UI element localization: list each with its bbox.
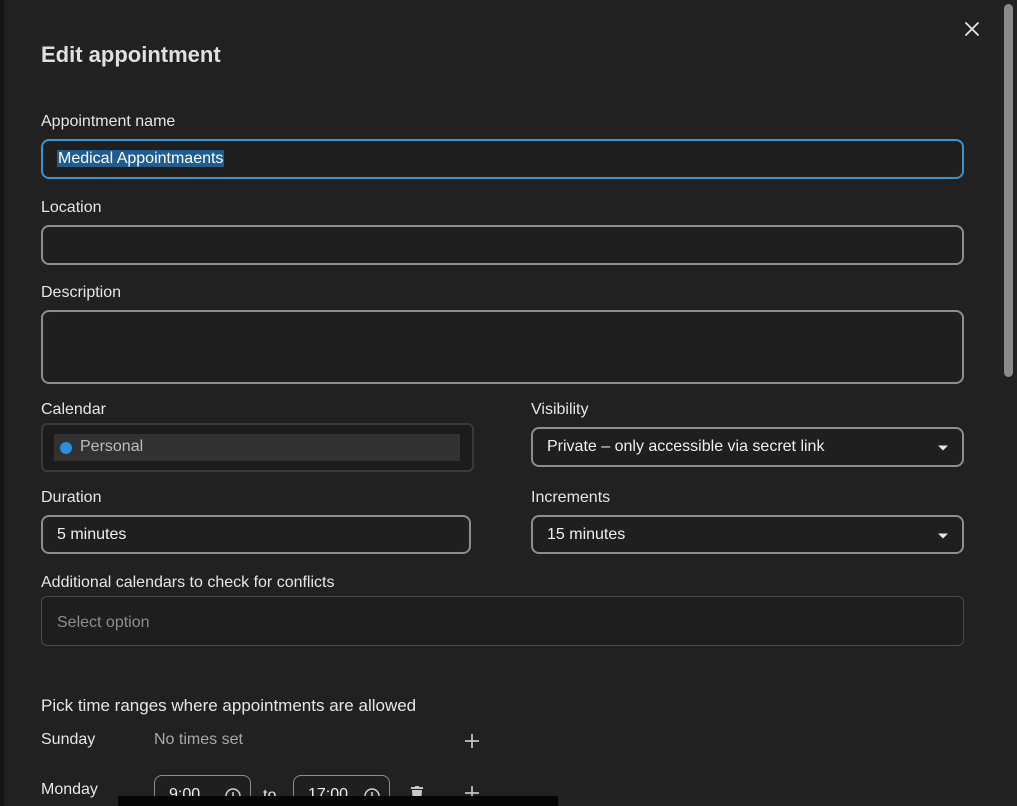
day-name-sunday: Sunday <box>41 731 96 748</box>
close-icon <box>965 22 979 36</box>
duration-label: Duration <box>41 489 102 506</box>
location-input[interactable] <box>41 225 964 265</box>
location-label: Location <box>41 199 102 216</box>
appointment-name-value: Medical Appointmaents <box>57 150 225 167</box>
scrollbar-thumb[interactable] <box>1004 4 1013 377</box>
calendar-value: Personal <box>80 438 144 455</box>
appointment-name-label: Appointment name <box>41 113 176 130</box>
increments-value: 15 minutes <box>547 525 626 543</box>
close-button[interactable] <box>961 18 983 40</box>
duration-select[interactable]: 5 minutes <box>41 515 471 554</box>
calendar-select[interactable]: Personal <box>41 423 474 472</box>
sunday-status: No times set <box>154 731 243 748</box>
visibility-label: Visibility <box>531 401 589 418</box>
calendar-label: Calendar <box>41 401 106 418</box>
calendar-color-dot-icon <box>60 442 72 454</box>
background-app-footer <box>118 796 558 806</box>
additional-calendars-label: Additional calendars to check for confli… <box>41 574 335 591</box>
dialog-title: Edit appointment <box>41 42 221 67</box>
additional-calendars-multiselect[interactable]: Select option <box>41 596 964 646</box>
day-name-monday: Monday <box>41 781 98 798</box>
edit-appointment-dialog: Edit appointment Appointment name Medica… <box>4 0 1017 806</box>
visibility-select[interactable]: Private – only accessible via secret lin… <box>531 427 964 467</box>
additional-calendars-placeholder: Select option <box>57 614 150 631</box>
scrollbar[interactable] <box>1000 0 1017 806</box>
description-textarea[interactable] <box>41 310 964 384</box>
duration-value: 5 minutes <box>57 525 127 543</box>
description-label: Description <box>41 284 122 301</box>
appointment-name-input[interactable]: Medical Appointmaents <box>41 139 964 179</box>
time-ranges-heading: Pick time ranges where appointments are … <box>41 696 417 715</box>
chevron-down-icon <box>938 445 948 451</box>
chevron-down-icon <box>938 533 948 538</box>
increments-label: Increments <box>531 489 611 506</box>
increments-select[interactable]: 15 minutes <box>531 515 964 554</box>
add-time-range-button-sunday[interactable] <box>463 732 481 750</box>
plus-icon <box>465 734 479 748</box>
visibility-value: Private – only accessible via secret lin… <box>547 438 825 455</box>
calendar-chip: Personal <box>54 434 460 461</box>
